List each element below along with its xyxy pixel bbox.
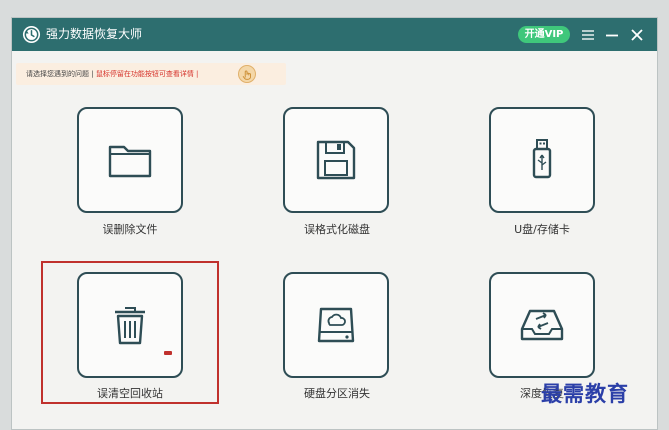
option-usb-card[interactable] bbox=[489, 107, 595, 213]
option-label: 误删除文件 bbox=[102, 223, 158, 236]
selection-highlight-box bbox=[41, 261, 219, 404]
open-vip-button[interactable]: 开通VIP bbox=[518, 26, 570, 43]
app-window: 强力数据恢复大师 开通VIP 请选择您遇到的问题 | 鼠标停留在功能按钮可查看详… bbox=[11, 17, 658, 430]
folder-icon bbox=[108, 145, 152, 178]
hard-disk-icon bbox=[317, 307, 355, 343]
usb-drive-icon bbox=[532, 139, 552, 179]
option-formatted-disk[interactable] bbox=[283, 107, 389, 213]
app-title: 强力数据恢复大师 bbox=[46, 27, 143, 41]
title-bar: 强力数据恢复大师 开通VIP bbox=[12, 18, 657, 51]
hint-text: 请选择您遇到的问题 | 鼠标停留在功能按钮可查看详情 | bbox=[26, 69, 198, 79]
option-label: 硬盘分区消失 bbox=[304, 387, 370, 400]
option-label: U盘/存储卡 bbox=[514, 223, 570, 236]
app-logo-icon bbox=[22, 25, 41, 44]
hint-tip: 鼠标停留在功能按钮可查看详情 | bbox=[95, 70, 199, 78]
option-deep-recovery[interactable] bbox=[489, 272, 595, 378]
option-label: 误格式化磁盘 bbox=[304, 223, 370, 236]
option-partition-lost[interactable] bbox=[283, 272, 389, 378]
minimize-icon[interactable] bbox=[604, 27, 620, 43]
pointer-hand-icon[interactable] bbox=[238, 65, 256, 83]
option-deleted-files[interactable] bbox=[77, 107, 183, 213]
cursor-marker bbox=[164, 351, 172, 355]
menu-icon[interactable] bbox=[580, 27, 596, 43]
hint-question: 请选择您遇到的问题 | bbox=[26, 70, 94, 78]
deep-scan-icon bbox=[520, 309, 564, 341]
floppy-disk-icon bbox=[316, 140, 356, 180]
watermark-text: 最需教育 bbox=[541, 381, 629, 406]
close-icon[interactable] bbox=[629, 27, 645, 43]
